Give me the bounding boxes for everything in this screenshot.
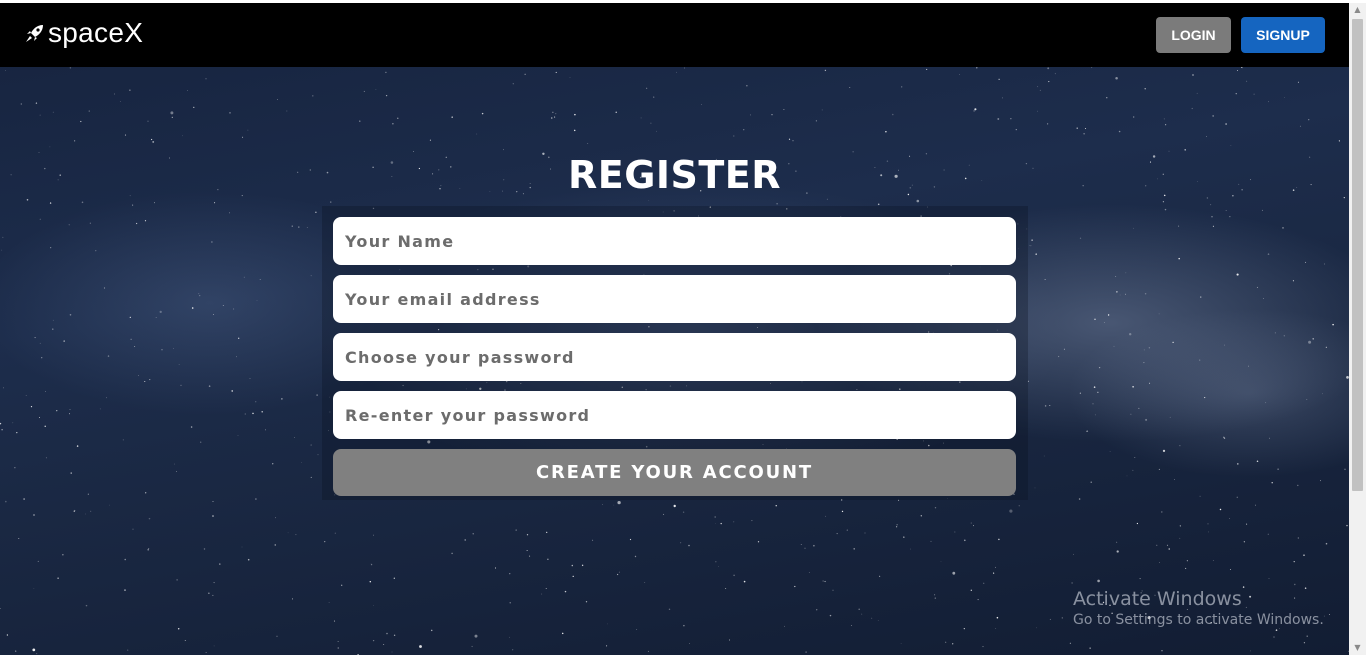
rocket-icon (24, 22, 46, 44)
brand-name: spaceX (48, 17, 144, 48)
name-input[interactable] (333, 217, 1016, 265)
vertical-scrollbar[interactable]: ▲ ▼ (1349, 3, 1366, 655)
watermark-subtitle: Go to Settings to activate Windows. (1073, 612, 1324, 628)
login-button[interactable]: LOGIN (1156, 17, 1231, 53)
register-title: REGISTER (567, 153, 782, 197)
page-background: spaceX LOGIN SIGNUP REGISTER CREATE YOUR… (0, 3, 1349, 655)
scroll-down-icon[interactable]: ▼ (1349, 641, 1366, 655)
brand-logo[interactable]: spaceX (24, 17, 143, 49)
create-account-button[interactable]: CREATE YOUR ACCOUNT (333, 449, 1016, 496)
confirm-password-input[interactable] (333, 391, 1016, 439)
signup-button[interactable]: SIGNUP (1241, 17, 1325, 53)
navbar: spaceX LOGIN SIGNUP (0, 3, 1349, 67)
scrollbar-thumb[interactable] (1352, 19, 1363, 491)
activate-windows-watermark: Activate Windows Go to Settings to activ… (1073, 587, 1324, 629)
password-input[interactable] (333, 333, 1016, 381)
email-input[interactable] (333, 275, 1016, 323)
watermark-title: Activate Windows (1073, 588, 1242, 610)
scroll-up-icon[interactable]: ▲ (1349, 3, 1366, 17)
